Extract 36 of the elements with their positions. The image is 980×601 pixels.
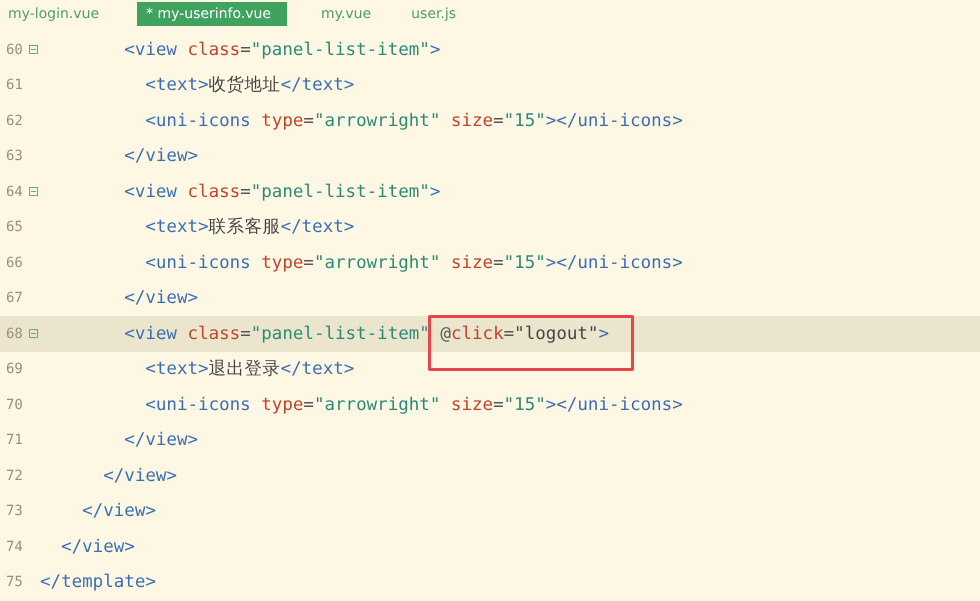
line-number: 67: [5, 290, 24, 306]
code-line: <text>收货地址</text>: [144, 74, 354, 96]
file-tab[interactable]: * my-userinfo.vue: [137, 2, 288, 26]
line-number: 69: [5, 361, 24, 378]
code-line: <uni-icons type="arrowright" size="15"></uni-icons>: [144, 110, 683, 132]
code-line: <view class="panel-list-item" @click="logout">: [40, 322, 610, 345]
line-number: 65: [5, 219, 24, 236]
line-number: 74: [5, 538, 24, 555]
code-line: </view>: [123, 145, 198, 168]
code-line: <view class="panel-list-item">: [123, 180, 440, 203]
file-tab[interactable]: user.js: [403, 2, 464, 26]
code-line: </template>: [40, 571, 156, 594]
code-line: </view>: [102, 464, 177, 487]
line-number: 75: [5, 574, 24, 590]
line-number: 72: [5, 468, 24, 484]
code-line: </view>: [60, 536, 135, 558]
code-line: </view>: [123, 287, 198, 310]
line-number: 64: [5, 184, 24, 200]
line-number: 63: [5, 148, 24, 164]
code-line: </view>: [81, 500, 156, 522]
code-line: <text>联系客服</text>: [144, 216, 354, 238]
code-line: <text>退出登录</text>: [144, 358, 354, 380]
line-number: 60: [5, 42, 24, 58]
code-line: </view>: [123, 429, 198, 452]
line-number: 70: [5, 396, 24, 413]
line-number: 71: [5, 432, 24, 448]
code-line: <uni-icons type="arrowright" size="15"></uni-icons>: [144, 252, 683, 274]
line-number: 66: [5, 254, 24, 271]
line-number: 61: [5, 77, 24, 94]
file-tab[interactable]: my.vue: [313, 2, 380, 26]
code-line: <uni-icons type="arrowright" size="15"></uni-icons>: [144, 394, 683, 416]
code-line: <view class="panel-list-item">: [123, 38, 440, 61]
file-tab[interactable]: my-login.vue: [0, 2, 108, 26]
line-number: 73: [5, 503, 24, 520]
line-number: 68: [5, 326, 24, 342]
line-number: 62: [5, 112, 24, 129]
